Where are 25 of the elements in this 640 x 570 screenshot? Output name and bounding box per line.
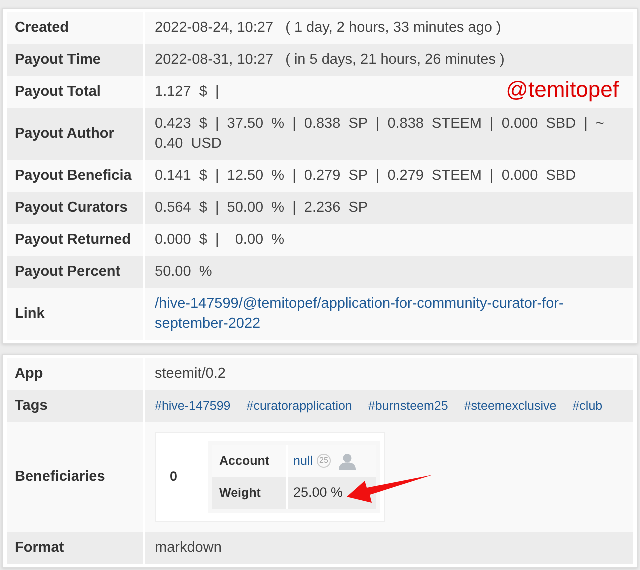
reputation-badge: 25 <box>316 454 331 468</box>
row-value: 0.141 $ | 12.50 % | 0.279 SP | 0.279 STEEM | 0.000 SBD <box>155 167 576 186</box>
row-label: Link <box>7 288 145 340</box>
tag-link[interactable]: #burnsteem25 <box>368 396 448 416</box>
annotation-text: @temitopef <box>506 77 619 103</box>
weight-value: 25.00 % <box>294 484 344 502</box>
row-value: 2022-08-31, 10:27 ( in 5 days, 21 hours, 26 minutes ) <box>155 51 505 70</box>
user-icon <box>338 452 356 470</box>
row-value: 0.564 $ | 50.00 % | 2.236 SP <box>155 199 368 218</box>
row-value: markdown <box>155 539 222 558</box>
row-value: 0.423 $ | 37.50 % | 0.838 SP | 0.838 STEEM | 0.000 SBD | ~ 0.40 USD <box>155 115 606 154</box>
row-label: Format <box>7 532 145 564</box>
table-header-cell: Weight <box>212 477 288 509</box>
row-value: 2022-08-24, 10:27 ( 1 day, 2 hours, 33 minutes ago ) <box>155 19 502 38</box>
tag-link[interactable]: #curatorapplication <box>246 396 352 416</box>
tag-link[interactable]: #hive-147599 <box>155 396 231 416</box>
row-value: 50.00 % <box>155 263 212 282</box>
account-link[interactable]: null <box>294 451 313 471</box>
row-value: 1.127 $ | <box>155 83 220 102</box>
beneficiary-index: 0 <box>170 468 178 486</box>
tag-link[interactable]: #club <box>572 396 603 416</box>
row-value: steemit/0.2 <box>155 365 226 384</box>
tag-link[interactable]: #steemexclusive <box>464 396 557 416</box>
post-link[interactable]: /hive-147599/@temitopef/application-for-community-curator-for-september-2022 <box>155 294 623 334</box>
row-value: 0.000 $ | 0.00 % <box>155 231 285 250</box>
